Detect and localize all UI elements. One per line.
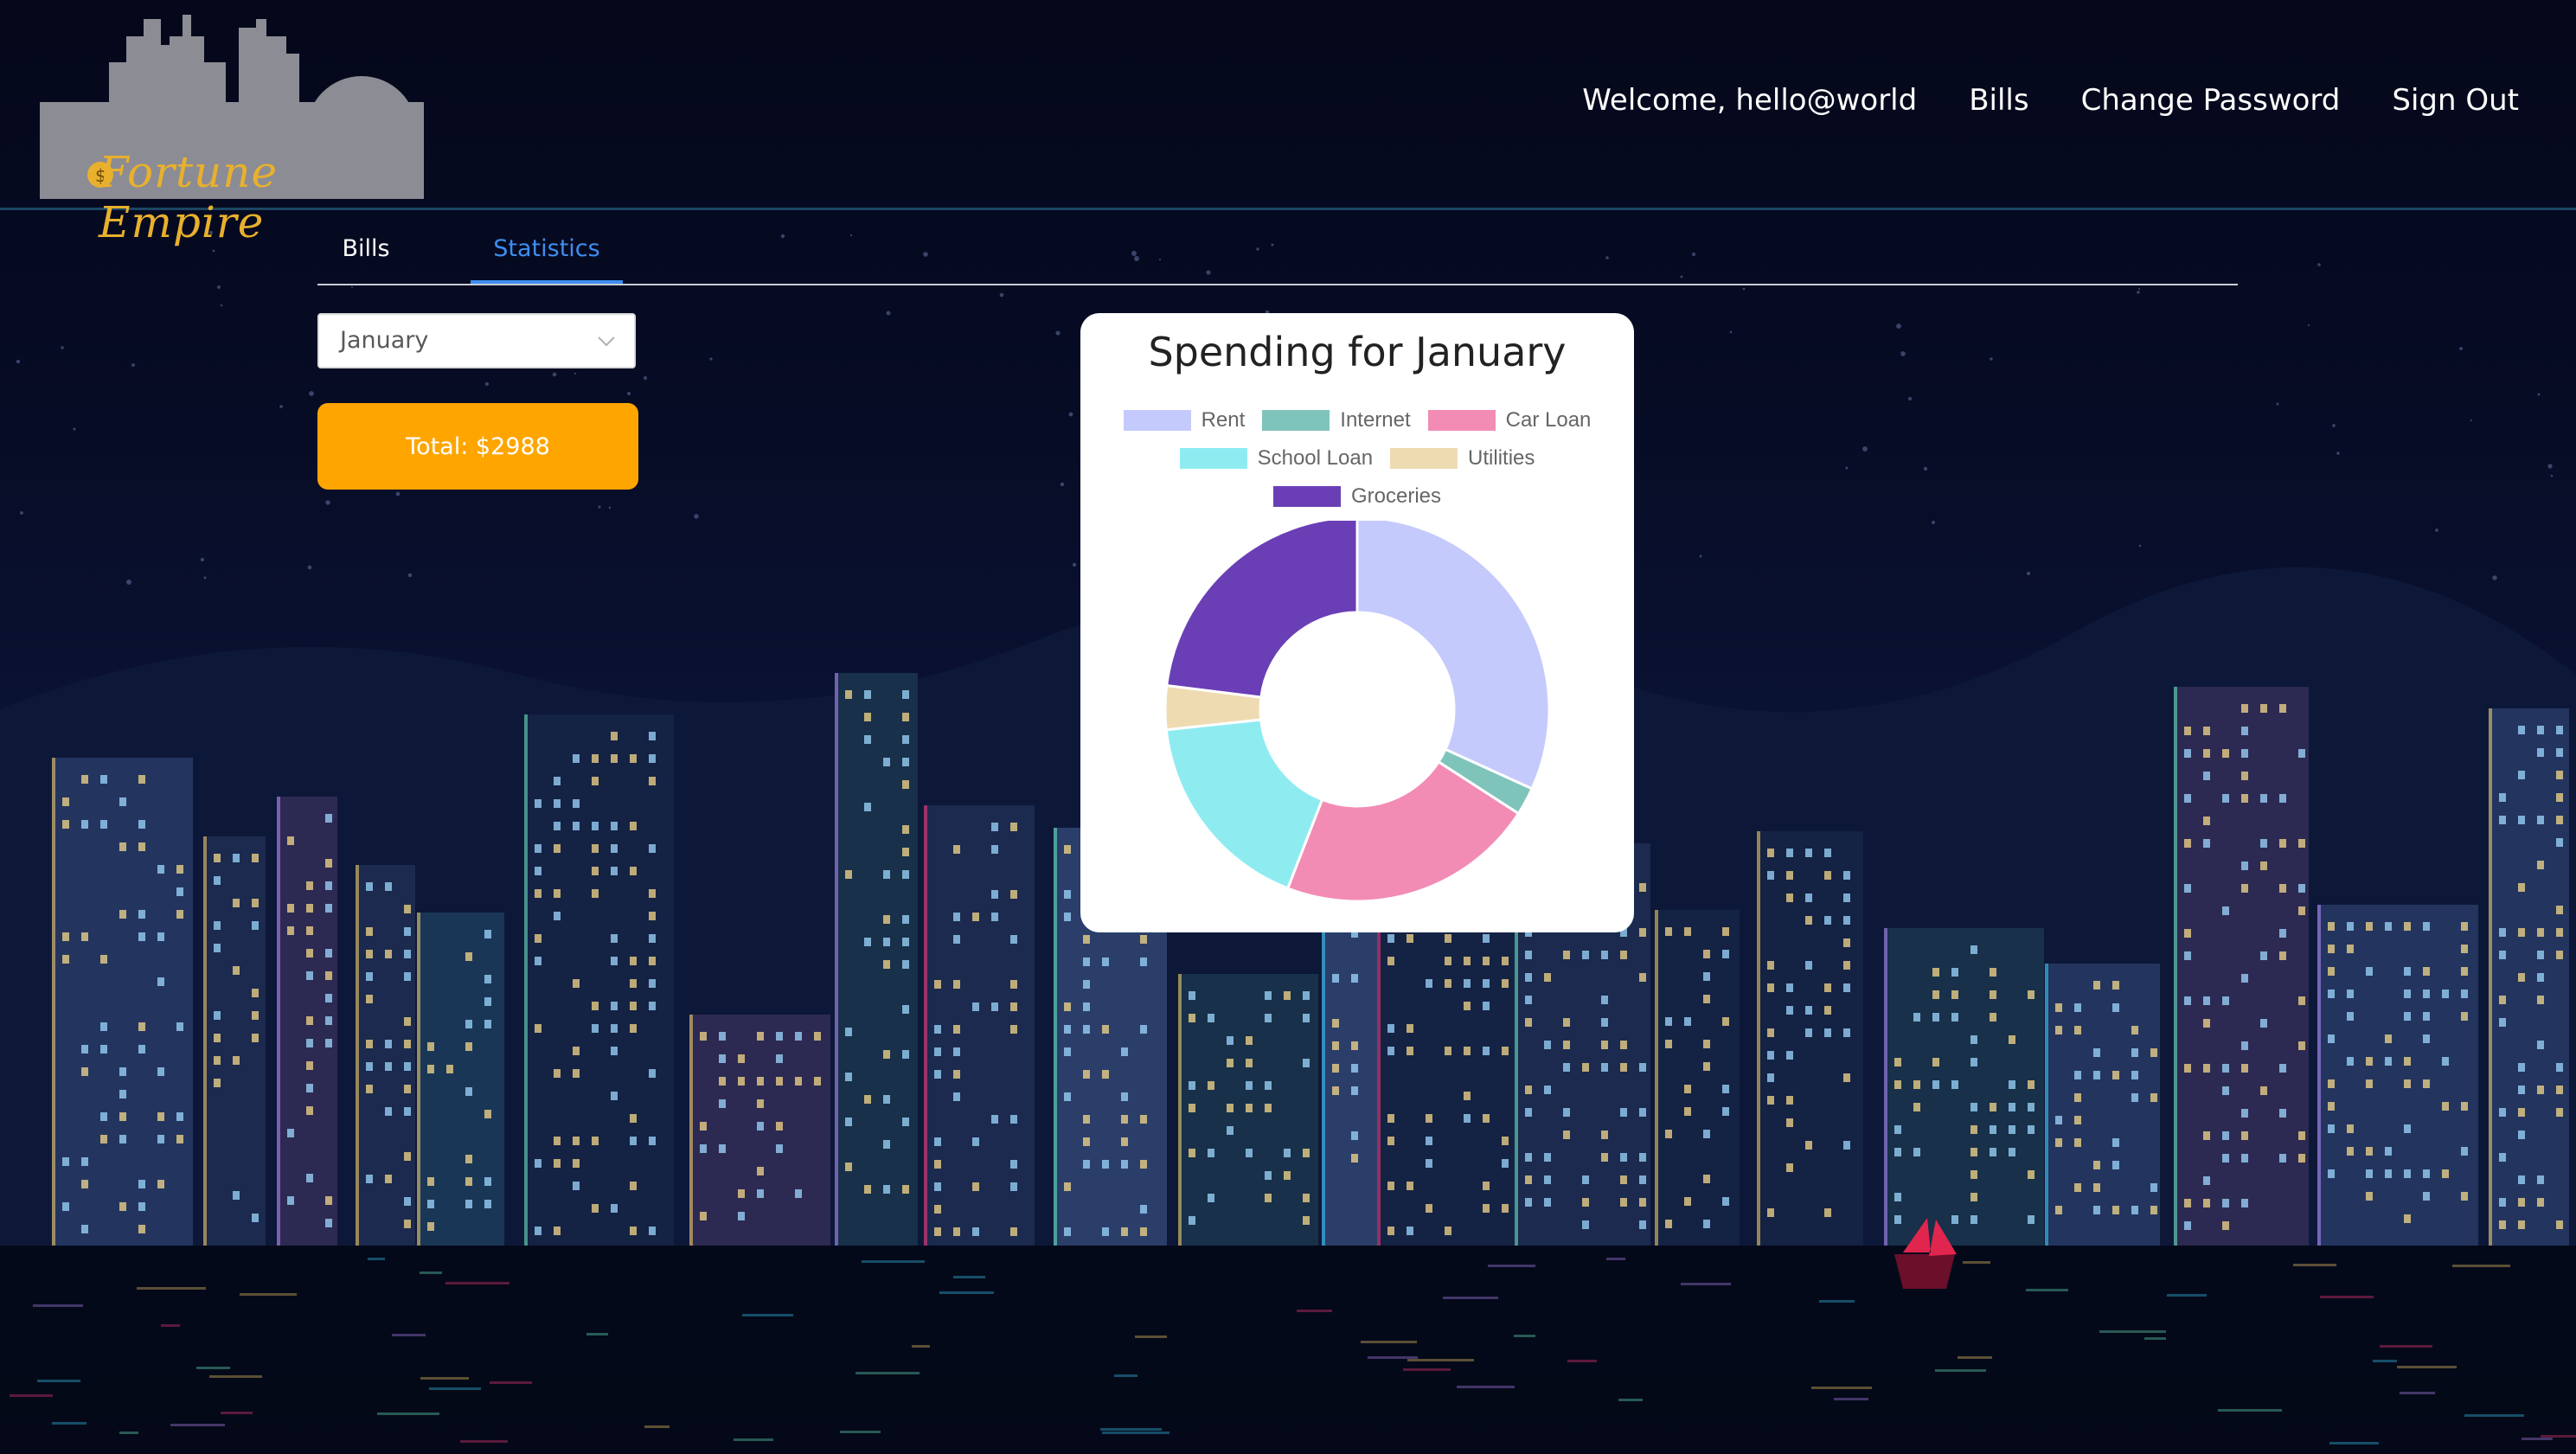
legend-label: Internet: [1340, 408, 1411, 432]
total-button[interactable]: Total: $2988: [317, 403, 638, 490]
spending-chart-card: Spending for January Rent Internet Car Loa…: [1080, 313, 1634, 932]
legend-label: Groceries: [1350, 484, 1442, 508]
legend-item[interactable]: Car Loan: [1427, 408, 1592, 432]
nav-sign-out-link[interactable]: Sign Out: [2392, 83, 2519, 118]
legend-item[interactable]: Internet: [1262, 408, 1411, 432]
chevron-down-icon: [598, 336, 615, 347]
tab-bills[interactable]: Bills: [317, 220, 414, 284]
donut-slice-rent[interactable]: [1355, 521, 1551, 791]
legend-row: Groceries: [1080, 484, 1634, 509]
top-navigation-bar: $ Fortune Empire Welcome, hello@world Bi…: [0, 0, 2576, 247]
chart-title: Spending for January: [1148, 329, 1567, 375]
month-select[interactable]: January: [317, 313, 636, 368]
legend-label: School Loan: [1257, 446, 1374, 470]
legend-swatch: [1179, 448, 1247, 469]
nav-change-password-link[interactable]: Change Password: [2081, 83, 2341, 118]
main-nav: Welcome, hello@world Bills Change Passwo…: [1582, 83, 2519, 118]
legend-row: Rent Internet Car Loan: [1080, 408, 1634, 432]
legend-label: Car Loan: [1505, 408, 1592, 432]
boat-icon: [1894, 1254, 1955, 1289]
legend-swatch: [1262, 410, 1330, 431]
spending-donut-chart: [1163, 521, 1551, 903]
fortune-empire-logo[interactable]: $ Fortune Empire: [40, 10, 424, 247]
legend-label: Utilities: [1468, 446, 1535, 470]
welcome-user-link[interactable]: Welcome, hello@world: [1582, 83, 1917, 118]
legend-row: School Loan Utilities: [1080, 446, 1634, 471]
nav-bills-link[interactable]: Bills: [1969, 83, 2028, 118]
legend-label: Rent: [1201, 408, 1246, 432]
legend-swatch: [1123, 410, 1191, 431]
view-tabs: Bills Statistics: [317, 220, 2238, 285]
tab-statistics[interactable]: Statistics: [471, 220, 623, 284]
month-select-value: January: [340, 327, 429, 354]
legend-swatch: [1390, 448, 1458, 469]
legend-item[interactable]: School Loan: [1179, 446, 1374, 471]
legend-item[interactable]: Groceries: [1272, 484, 1442, 509]
donut-slice-school-loan[interactable]: [1164, 718, 1324, 890]
legend-swatch: [1427, 410, 1496, 431]
legend-item[interactable]: Rent: [1123, 408, 1246, 432]
donut-slice-groceries[interactable]: [1165, 521, 1359, 699]
legend-swatch: [1272, 486, 1341, 507]
legend-item[interactable]: Utilities: [1390, 446, 1535, 471]
